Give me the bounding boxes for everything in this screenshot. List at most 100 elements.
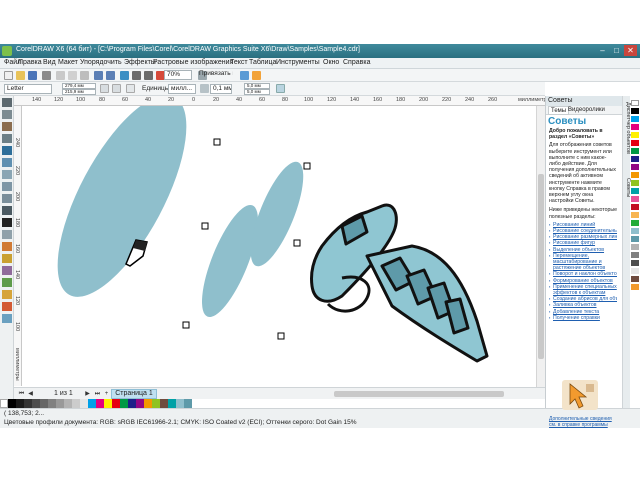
hint-link[interactable]: Перемещение, масштабирование и растяжени… xyxy=(549,253,617,272)
menu-item-arrange[interactable]: Упорядочить xyxy=(80,59,122,66)
interactive-fill-tool-icon[interactable] xyxy=(2,314,12,323)
swatch[interactable] xyxy=(184,399,192,408)
treat-as-filled-icon[interactable] xyxy=(276,84,285,93)
outline-tool-icon[interactable] xyxy=(2,290,12,299)
horizontal-scroll-thumb[interactable] xyxy=(334,391,504,397)
hint-link[interactable]: Получение справки xyxy=(549,315,617,321)
undo-icon[interactable] xyxy=(94,71,103,80)
swatch[interactable] xyxy=(631,268,639,274)
cut-icon[interactable] xyxy=(56,71,65,80)
dimension-tool-icon[interactable] xyxy=(2,242,12,251)
swatch[interactable] xyxy=(160,399,168,408)
swatch[interactable] xyxy=(56,399,64,408)
swatch-none[interactable] xyxy=(0,399,8,408)
swatch[interactable] xyxy=(144,399,152,408)
menu-item-window[interactable]: Окно xyxy=(323,59,339,66)
swatch[interactable] xyxy=(32,399,40,408)
polygon-tool-icon[interactable] xyxy=(2,194,12,203)
swatch[interactable] xyxy=(631,228,639,234)
swatch[interactable] xyxy=(631,220,639,226)
table-tool-icon[interactable] xyxy=(2,230,12,239)
rectangle-tool-icon[interactable] xyxy=(2,170,12,179)
swatch[interactable] xyxy=(631,132,639,138)
connector-tool-icon[interactable] xyxy=(2,254,12,263)
menu-item-effects[interactable]: Эффекты xyxy=(124,59,156,66)
zoom-level-select[interactable]: 70% xyxy=(164,70,192,80)
first-page-icon[interactable]: ⏮ xyxy=(18,390,25,398)
page-height-input[interactable]: 215,9 мм xyxy=(62,89,96,95)
swatch[interactable] xyxy=(8,399,16,408)
help-link[interactable]: Дополнительные сведения см. в справке пр… xyxy=(549,416,619,428)
smart-fill-tool-icon[interactable] xyxy=(2,158,12,167)
swatch[interactable] xyxy=(176,399,184,408)
next-page-icon[interactable]: ▶ xyxy=(84,390,91,398)
swatch[interactable] xyxy=(631,196,639,202)
swatch[interactable] xyxy=(631,164,639,170)
ellipse-shape-large[interactable] xyxy=(32,95,211,315)
welcome-screen-icon[interactable] xyxy=(240,71,249,80)
swatch[interactable] xyxy=(631,116,639,122)
color-profiles-text[interactable]: Цветовые профили документа: RGB: sRGB IE… xyxy=(4,419,357,426)
import-icon[interactable] xyxy=(132,71,141,80)
all-pages-icon[interactable] xyxy=(126,84,135,93)
crop-tool-icon[interactable] xyxy=(2,122,12,131)
page-size-select[interactable]: Letter xyxy=(4,84,52,94)
menu-item-edit[interactable]: Правка xyxy=(18,59,42,66)
save-icon[interactable] xyxy=(28,71,37,80)
tab-page-1[interactable]: Страница 1 xyxy=(111,389,157,399)
shape-tool-icon[interactable] xyxy=(2,110,12,119)
swatch[interactable] xyxy=(96,399,104,408)
duplicate-y-input[interactable]: 5,0 мм xyxy=(244,89,270,95)
menu-item-text[interactable]: Текст xyxy=(230,59,248,66)
swatch[interactable] xyxy=(120,399,128,408)
swatch[interactable] xyxy=(631,172,639,178)
menu-item-table[interactable]: Таблица xyxy=(249,59,276,66)
swatch[interactable] xyxy=(168,399,176,408)
swatch[interactable] xyxy=(631,284,639,290)
swatch[interactable] xyxy=(631,204,639,210)
swatch[interactable] xyxy=(48,399,56,408)
options-icon[interactable] xyxy=(252,71,261,80)
swatch[interactable] xyxy=(631,236,639,242)
menu-item-help[interactable]: Справка xyxy=(343,59,370,66)
print-icon[interactable] xyxy=(42,71,51,80)
swatch[interactable] xyxy=(24,399,32,408)
drawing-canvas[interactable] xyxy=(22,95,536,387)
swatch[interactable] xyxy=(631,252,639,258)
tab-videos[interactable]: Видеоролики xyxy=(566,106,607,115)
search-content-icon[interactable] xyxy=(120,71,129,80)
swatch[interactable] xyxy=(40,399,48,408)
last-page-icon[interactable]: ⏭ xyxy=(94,390,101,398)
drawing-artwork[interactable] xyxy=(22,95,536,387)
copy-icon[interactable] xyxy=(68,71,77,80)
freehand-tool-icon[interactable] xyxy=(2,146,12,155)
blend-tool-icon[interactable] xyxy=(2,266,12,275)
swatch[interactable] xyxy=(631,276,639,282)
fill-tool-icon[interactable] xyxy=(2,302,12,311)
swatch[interactable] xyxy=(80,399,88,408)
minimize-button[interactable]: – xyxy=(596,45,609,56)
export-icon[interactable] xyxy=(144,71,153,80)
menu-item-bitmaps[interactable]: Растровые изображения xyxy=(153,59,233,66)
swatch[interactable] xyxy=(104,399,112,408)
swatch[interactable] xyxy=(631,124,639,130)
add-page-icon[interactable]: + xyxy=(103,390,110,398)
menu-item-layout[interactable]: Макет xyxy=(58,59,78,66)
zoom-tool-icon[interactable] xyxy=(2,134,12,143)
open-folder-icon[interactable] xyxy=(16,71,25,80)
swatch[interactable] xyxy=(631,260,639,266)
swatch[interactable] xyxy=(631,140,639,146)
swatch[interactable] xyxy=(64,399,72,408)
ellipse-tool-icon[interactable] xyxy=(2,182,12,191)
swatch[interactable] xyxy=(631,108,639,114)
maximize-button[interactable]: □ xyxy=(610,45,623,56)
eyedropper-tool-icon[interactable] xyxy=(2,278,12,287)
hint-link[interactable]: Применение специальных эффектов к объект… xyxy=(549,284,617,296)
vertical-scrollbar[interactable] xyxy=(536,106,545,387)
new-document-icon[interactable] xyxy=(4,71,13,80)
swatch[interactable] xyxy=(631,180,639,186)
close-button[interactable]: ✕ xyxy=(624,45,637,56)
portrait-icon[interactable] xyxy=(100,84,109,93)
swatch[interactable] xyxy=(136,399,144,408)
text-tool-icon[interactable] xyxy=(2,218,12,227)
